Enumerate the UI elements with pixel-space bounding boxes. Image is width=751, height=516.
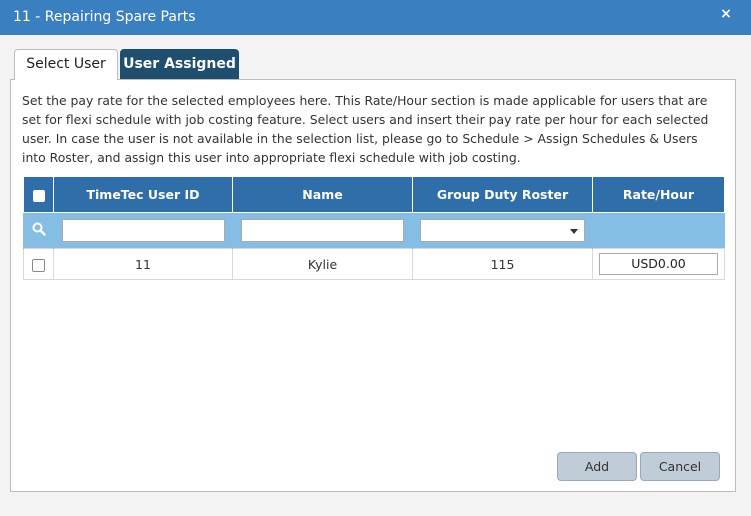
tab-panel: Set the pay rate for the selected employ…: [10, 79, 736, 492]
filter-group-duty-roster-select[interactable]: [420, 219, 585, 242]
tab-select-user[interactable]: Select User: [14, 49, 118, 80]
dialog-title: 11 - Repairing Spare Parts: [13, 9, 196, 25]
filter-group-duty-roster-cell: [412, 212, 593, 249]
title-bar: 11 - Repairing Spare Parts ×: [0, 0, 751, 35]
close-icon[interactable]: ×: [719, 7, 733, 21]
cell-rate: USD0.00: [592, 248, 725, 280]
cell-name: Kylie: [232, 248, 413, 280]
filter-name-cell: [232, 212, 413, 249]
filter-user-id-input[interactable]: [61, 219, 225, 242]
users-table: TimeTec User ID Name Group Duty Roster R…: [23, 176, 725, 280]
filter-search-cell: [23, 212, 54, 249]
rate-input[interactable]: USD0.00: [599, 253, 718, 275]
cancel-button[interactable]: Cancel: [640, 452, 720, 481]
cell-user-id: 11: [53, 248, 233, 280]
column-header-rate-hour[interactable]: Rate/Hour: [592, 176, 725, 213]
row-select-cell: [23, 248, 54, 280]
filter-rate-cell: [592, 212, 725, 249]
description-text: Set the pay rate for the selected employ…: [22, 93, 709, 165]
chevron-down-icon: [570, 229, 578, 234]
filter-user-id-cell: [53, 212, 233, 249]
search-icon: [32, 222, 46, 236]
cell-group-duty-roster: 115: [412, 248, 593, 280]
filter-row: [23, 212, 725, 249]
table-row[interactable]: 11 Kylie 115 USD0.00: [23, 248, 725, 280]
select-all-header: [23, 176, 54, 213]
add-button[interactable]: Add: [557, 452, 637, 481]
filter-name-input[interactable]: [241, 219, 404, 242]
tab-user-assigned[interactable]: User Assigned: [120, 49, 239, 79]
column-header-user-id[interactable]: TimeTec User ID: [53, 176, 233, 213]
dialog: 11 - Repairing Spare Parts × Select User…: [0, 0, 751, 516]
table-header-row: TimeTec User ID Name Group Duty Roster R…: [23, 176, 725, 213]
column-header-name[interactable]: Name: [232, 176, 413, 213]
select-all-checkbox[interactable]: [32, 189, 45, 202]
row-checkbox[interactable]: [32, 258, 45, 272]
column-header-group-duty-roster[interactable]: Group Duty Roster: [412, 176, 593, 213]
